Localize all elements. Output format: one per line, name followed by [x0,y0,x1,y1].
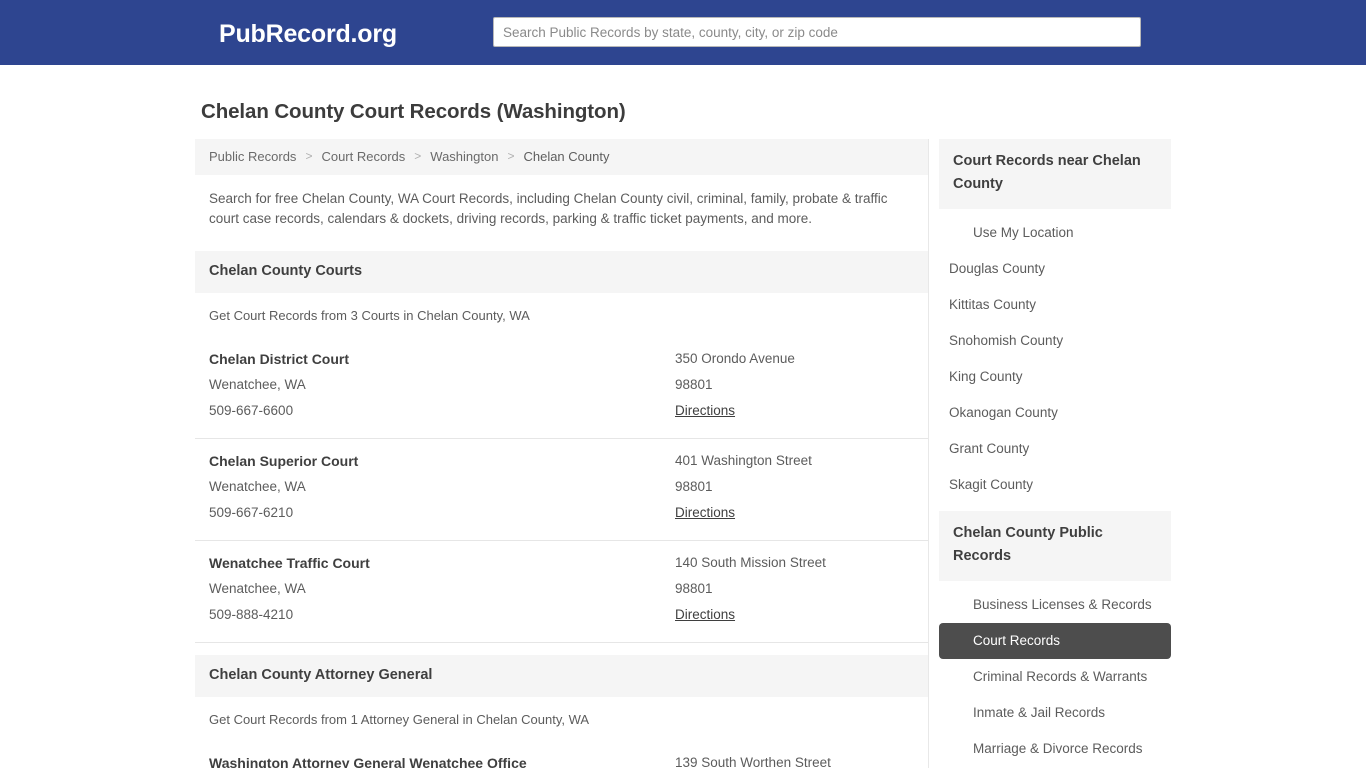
listing-phone: 509-667-6210 [209,505,294,520]
listing-city-state: Wenatchee, WA [209,377,306,392]
listing-street: 139 South Worthen Street [675,755,831,768]
breadcrumb-item-chelan-county[interactable]: Chelan County [523,148,609,165]
directions-link[interactable]: Directions [675,602,735,628]
listing-street: 350 Orondo Avenue [675,351,795,366]
two-column-layout: Public Records > Court Records > Washing… [195,139,1171,768]
main-column: Public Records > Court Records > Washing… [195,139,929,768]
listing-street: 140 South Mission Street [675,555,826,570]
page-body: Chelan County Court Records (Washington)… [0,65,1366,768]
breadcrumb-item-public-records[interactable]: Public Records [209,148,296,165]
sidebar-item-court-records[interactable]: Court Records [939,623,1171,659]
table-row: Wenatchee Traffic Court Wenatchee, WA 50… [195,541,928,643]
sidebar-item-skagit-county[interactable]: Skagit County [939,467,1171,503]
table-row: Washington Attorney General Wenatchee Of… [195,741,928,768]
listing-details: Chelan Superior Court Wenatchee, WA 509-… [209,448,675,526]
listing-address: 401 Washington Street 98801 Directions [675,448,914,526]
search-input[interactable] [493,17,1141,47]
site-logo[interactable]: PubRecord.org [219,19,397,49]
sidebar-item-marriage-divorce-records[interactable]: Marriage & Divorce Records [939,731,1171,767]
listing-phone: 509-888-4210 [209,607,294,622]
content-container: Chelan County Court Records (Washington)… [195,83,1171,768]
listing-zip: 98801 [675,581,713,596]
directions-link[interactable]: Directions [675,398,735,424]
listing-name[interactable]: Wenatchee Traffic Court [209,550,675,576]
breadcrumb-item-washington[interactable]: Washington [430,148,498,165]
listing-phone: 509-667-6600 [209,403,294,418]
listing-details: Washington Attorney General Wenatchee Of… [209,750,675,768]
sidebar-item-snohomish-county[interactable]: Snohomish County [939,323,1171,359]
nearby-county-list: Use My Location Douglas County Kittitas … [939,209,1171,503]
breadcrumb-separator-icon: > [414,149,422,163]
sidebar-item-inmate-jail-records[interactable]: Inmate & Jail Records [939,695,1171,731]
listing-city-state: Wenatchee, WA [209,581,306,596]
listing-address: 350 Orondo Avenue 98801 Directions [675,346,914,424]
sidebar-item-douglas-county[interactable]: Douglas County [939,251,1171,287]
listing-name[interactable]: Chelan District Court [209,346,675,372]
listing-city-state: Wenatchee, WA [209,479,306,494]
listing-street: 401 Washington Street [675,453,812,468]
breadcrumb-separator-icon: > [305,149,313,163]
section-subtitle-attorney-general: Get Court Records from 1 Attorney Genera… [209,712,590,727]
listing-details: Wenatchee Traffic Court Wenatchee, WA 50… [209,550,675,628]
listing-zip: 98801 [675,377,713,392]
panel-heading-nearby: Court Records near Chelan County [939,139,1171,209]
section-subtitle-courts: Get Court Records from 3 Courts in Chela… [209,308,530,323]
sidebar-item-business-licenses[interactable]: Business Licenses & Records [939,587,1171,623]
sidebar: Court Records near Chelan County Use My … [929,139,1171,768]
public-records-list: Business Licenses & Records Court Record… [939,581,1171,768]
sidebar-item-grant-county[interactable]: Grant County [939,431,1171,467]
listing-name[interactable]: Chelan Superior Court [209,448,675,474]
breadcrumb-separator-icon: > [507,149,515,163]
panel-nearby-court-records: Court Records near Chelan County Use My … [939,139,1171,503]
search-container [493,17,1141,47]
sidebar-item-use-my-location[interactable]: Use My Location [939,215,1171,251]
section-heading-courts: Chelan County Courts [195,251,928,293]
sidebar-item-okanogan-county[interactable]: Okanogan County [939,395,1171,431]
panel-heading-public-records: Chelan County Public Records [939,511,1171,581]
sidebar-item-criminal-records[interactable]: Criminal Records & Warrants [939,659,1171,695]
breadcrumb-item-court-records[interactable]: Court Records [321,148,405,165]
page-title: Chelan County Court Records (Washington) [201,100,626,123]
listing-address: 140 South Mission Street 98801 Direction… [675,550,914,628]
table-row: Chelan District Court Wenatchee, WA 509-… [195,337,928,439]
listing-address: 139 South Worthen Street 98801 Direction… [675,750,914,768]
site-header: PubRecord.org [0,0,1366,65]
directions-link[interactable]: Directions [675,500,735,526]
panel-public-records: Chelan County Public Records Business Li… [939,511,1171,768]
sidebar-item-king-county[interactable]: King County [939,359,1171,395]
page-description: Search for free Chelan County, WA Court … [209,191,888,226]
sidebar-item-kittitas-county[interactable]: Kittitas County [939,287,1171,323]
breadcrumb: Public Records > Court Records > Washing… [195,139,928,175]
listing-name[interactable]: Washington Attorney General Wenatchee Of… [209,750,675,768]
listing-details: Chelan District Court Wenatchee, WA 509-… [209,346,675,424]
listing-zip: 98801 [675,479,713,494]
section-heading-attorney-general: Chelan County Attorney General [195,655,928,697]
table-row: Chelan Superior Court Wenatchee, WA 509-… [195,439,928,541]
